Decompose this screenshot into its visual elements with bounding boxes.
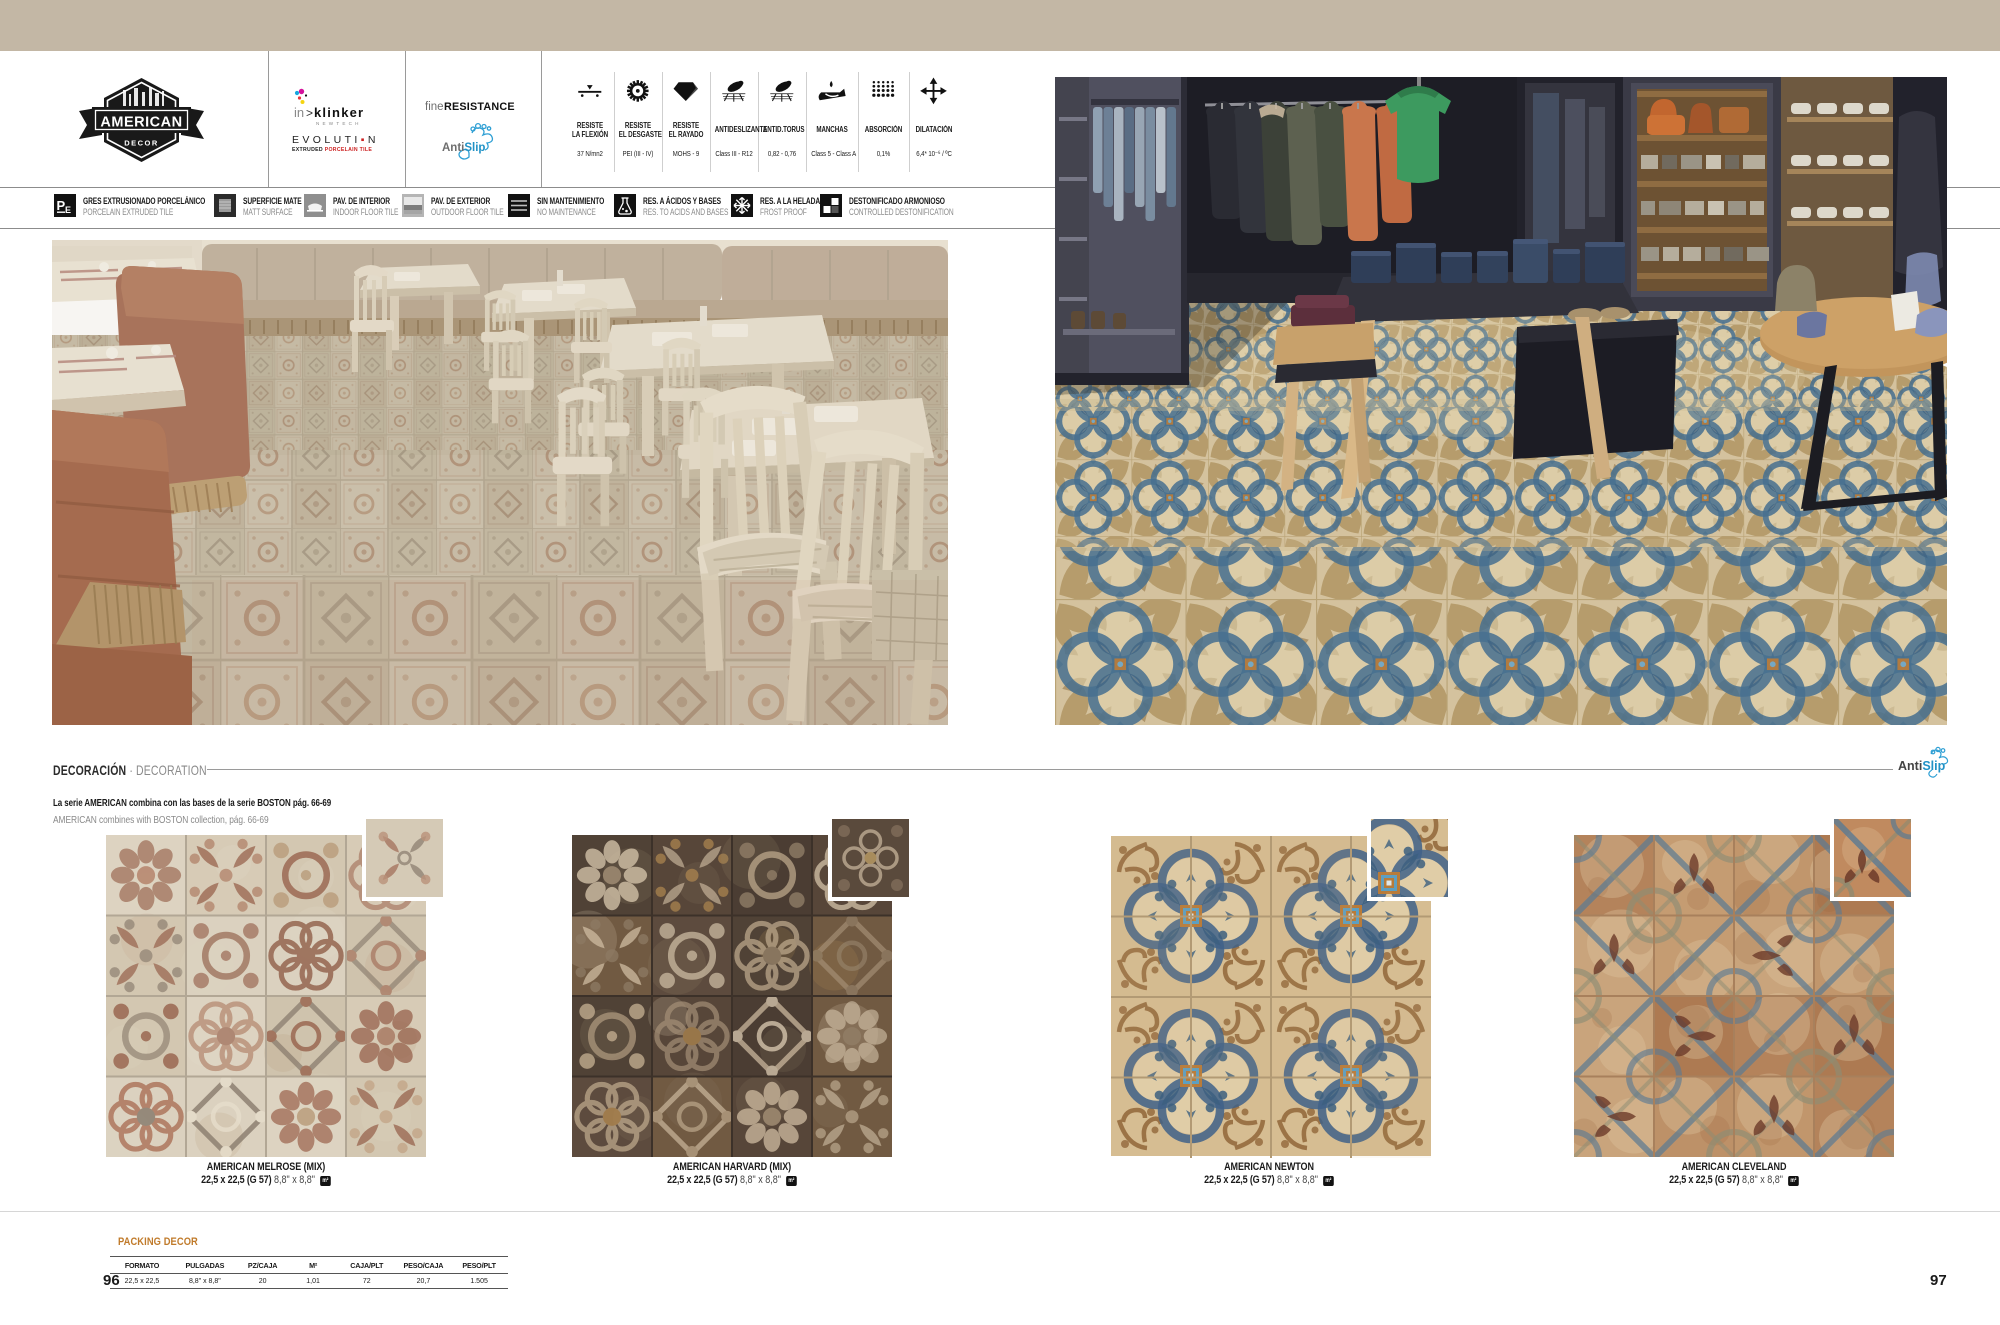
svg-text:NEWTECH: NEWTECH: [316, 121, 362, 126]
svg-text:>: >: [306, 106, 313, 120]
svg-text:fine: fine: [425, 101, 444, 113]
svg-text:in: in: [294, 105, 304, 120]
svg-text:AMERICAN: AMERICAN: [100, 115, 182, 131]
svg-text:AntiSlip: AntiSlip: [442, 142, 485, 154]
svg-text:klinker: klinker: [314, 105, 364, 120]
svg-text:RESISTANCE: RESISTANCE: [444, 101, 515, 113]
svg-text:AntiSlip: AntiSlip: [1898, 759, 1946, 773]
svg-text:EVOLUTI▪N: EVOLUTI▪N: [292, 134, 379, 146]
svg-text:DECOR: DECOR: [124, 139, 159, 148]
svg-text:E: E: [65, 205, 71, 215]
svg-text:EXTRUDED PORCELAIN TILE: EXTRUDED PORCELAIN TILE: [292, 147, 372, 153]
